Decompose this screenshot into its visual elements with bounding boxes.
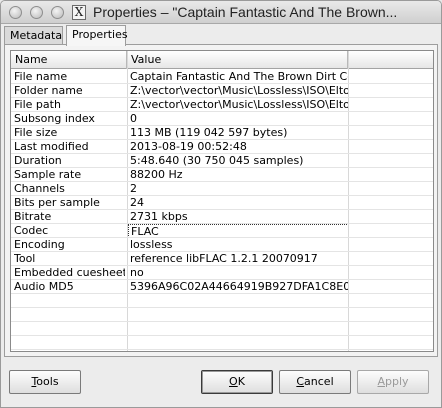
app-icon: X (72, 5, 86, 20)
row-value: 88200 Hz (130, 168, 183, 181)
table-row[interactable]: File path Z:\vector\vector\Music\Lossless… (11, 98, 433, 112)
row-name: File size (14, 126, 58, 139)
ok-label-post: K (237, 375, 245, 388)
cancel-label-post: ancel (304, 375, 334, 388)
row-value: 113 MB (119 042 597 bytes) (130, 126, 288, 139)
title-bar[interactable]: X Properties – "Captain Fantastic And Th… (1, 1, 441, 24)
row-name: Folder name (14, 84, 83, 97)
row-grid-line (11, 181, 433, 182)
tab-metadata[interactable]: Metadata (4, 26, 63, 45)
row-grid-line (11, 293, 433, 294)
row-value: 24 (130, 196, 144, 209)
row-grid-line (11, 237, 433, 238)
table-row[interactable]: Sample rate 88200 Hz (11, 168, 433, 182)
row-grid-line (11, 97, 433, 98)
table-row[interactable]: Bitrate 2731 kbps (11, 210, 433, 224)
row-name: Bits per sample (14, 196, 100, 209)
table-row[interactable]: Codec FLAC (11, 224, 433, 238)
row-value: 2 (130, 182, 137, 195)
minimize-window-icon[interactable] (30, 6, 43, 19)
row-value: no (130, 266, 144, 279)
row-name: Duration (14, 154, 62, 167)
row-name: Channels (14, 182, 65, 195)
row-name: File name (14, 70, 68, 83)
row-grid-line (11, 321, 433, 322)
apply-button[interactable]: Apply (357, 370, 429, 394)
row-value: FLAC (128, 224, 349, 238)
column-grid-line (348, 51, 349, 351)
cancel-button[interactable]: Cancel (279, 370, 351, 394)
properties-list[interactable]: Name Value File name Captain Fantastic An… (10, 50, 434, 352)
table-row[interactable]: Encoding lossless (11, 238, 433, 252)
zoom-window-icon[interactable] (51, 6, 64, 19)
column-header-name[interactable]: Name (11, 51, 127, 69)
row-value: 2731 kbps (130, 210, 188, 223)
row-grid-line (11, 335, 433, 336)
row-grid-line (11, 153, 433, 154)
row-grid-line (11, 167, 433, 168)
row-name: Audio MD5 (14, 280, 74, 293)
row-grid-line (11, 265, 433, 266)
row-name: File path (14, 98, 61, 111)
row-grid-line (11, 195, 433, 196)
row-grid-line (11, 349, 433, 350)
ok-button[interactable]: OK (201, 370, 273, 394)
row-name: Sample rate (14, 168, 82, 181)
properties-window: X Properties – "Captain Fantastic And Th… (0, 0, 442, 408)
row-value: Captain Fantastic And The Brown Dirt Cow… (130, 70, 349, 83)
row-name: Codec (14, 224, 49, 237)
column-grid-line (127, 51, 128, 351)
row-value: 2013-08-19 00:52:48 (130, 140, 247, 153)
row-name: Embedded cuesheet (14, 266, 125, 279)
close-window-icon[interactable] (9, 6, 22, 19)
row-value: Z:\vector\vector\Music\Lossless\ISO\Elto… (130, 98, 349, 111)
row-value: 0 (130, 112, 137, 125)
table-row[interactable]: Last modified 2013-08-19 00:52:48 (11, 140, 433, 154)
row-grid-line (11, 223, 433, 224)
table-row[interactable]: Audio MD5 5396A96C02A44664919B927DFA1C8E0… (11, 280, 433, 294)
list-rows: File name Captain Fantastic And The Brown… (11, 70, 433, 294)
row-name: Encoding (14, 238, 65, 251)
row-grid-line (11, 139, 433, 140)
row-grid-line (11, 125, 433, 126)
table-row[interactable]: Channels 2 (11, 182, 433, 196)
table-row[interactable]: Duration 5:48.640 (30 750 045 samples) (11, 154, 433, 168)
row-value: lossless (130, 238, 173, 251)
row-name: Last modified (14, 140, 89, 153)
table-row[interactable]: File size 113 MB (119 042 597 bytes) (11, 126, 433, 140)
row-value: 5:48.640 (30 750 045 samples) (130, 154, 304, 167)
list-header: Name Value (11, 51, 433, 69)
table-row[interactable]: Bits per sample 24 (11, 196, 433, 210)
table-row[interactable]: Subsong index 0 (11, 112, 433, 126)
row-grid-line (11, 83, 433, 84)
window-title: Properties – "Captain Fantastic And The … (93, 4, 398, 20)
row-name: Subsong index (14, 112, 95, 125)
tools-label-post: ools (36, 375, 59, 388)
tools-button[interactable]: Tools (9, 370, 81, 394)
table-row[interactable]: Tool reference libFLAC 1.2.1 20070917 (11, 252, 433, 266)
properties-panel: Name Value File name Captain Fantastic An… (4, 44, 438, 357)
row-grid-line (11, 251, 433, 252)
row-name: Bitrate (14, 210, 52, 223)
cancel-mnemonic: C (296, 375, 305, 388)
ok-mnemonic: O (229, 375, 238, 388)
table-row[interactable]: Embedded cuesheet no (11, 266, 433, 280)
row-grid-line (11, 111, 433, 112)
row-value: 5396A96C02A44664919B927DFA1C8E0D (130, 280, 349, 293)
row-grid-line (11, 307, 433, 308)
table-row[interactable]: Folder name Z:\vector\vector\Music\Lossle… (11, 84, 433, 98)
row-grid-line (11, 279, 433, 280)
column-header-value[interactable]: Value (127, 51, 348, 69)
apply-label-post: pply (385, 375, 409, 388)
row-value: Z:\vector\vector\Music\Lossless\ISO\Elto… (130, 84, 349, 97)
tab-properties[interactable]: Properties (66, 25, 128, 46)
apply-mnemonic: A (377, 375, 385, 388)
table-row[interactable]: File name Captain Fantastic And The Brown… (11, 70, 433, 84)
row-grid-line (11, 209, 433, 210)
row-name: Tool (14, 252, 36, 265)
row-value: reference libFLAC 1.2.1 20070917 (130, 252, 318, 265)
